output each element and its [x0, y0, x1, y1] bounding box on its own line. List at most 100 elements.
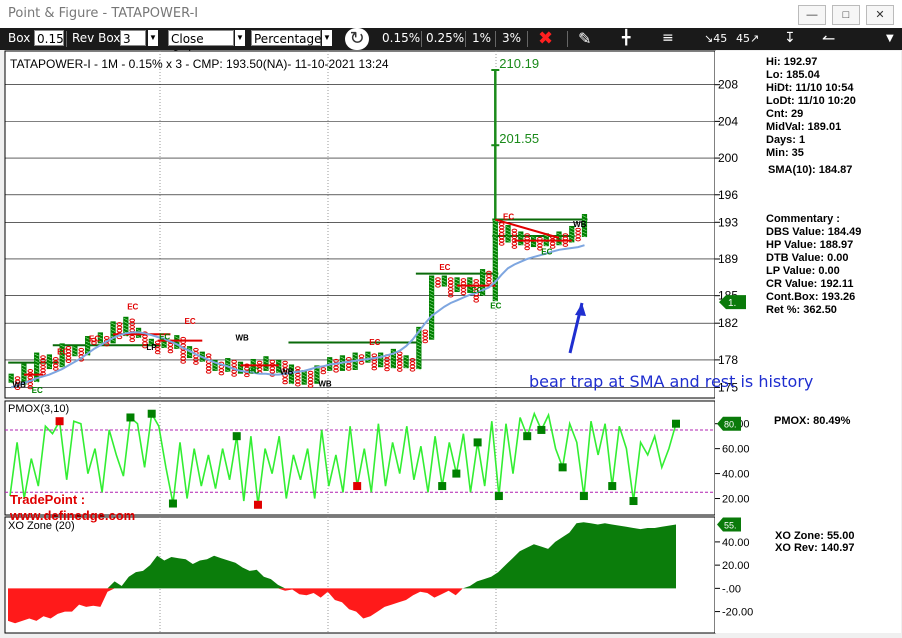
xo-tick-label: 20.00 [722, 560, 750, 572]
pattern-label: EC [471, 286, 482, 295]
lp-value: LP Value: 0.00 [766, 265, 840, 277]
pattern-label: EC [541, 247, 552, 256]
annotation-text: bear trap at SMA and rest is history [529, 372, 814, 391]
pmox-tick-label: 20.00 [722, 494, 750, 506]
xo-value-marker-label: 55. [724, 520, 737, 530]
angle-45-down-icon[interactable]: ↘45 [704, 30, 727, 47]
pmox-marker [55, 417, 64, 426]
window-title: Point & Figure - TATAPOWER-I [8, 6, 199, 21]
pattern-label: EC [185, 317, 196, 326]
toolbar: Box 0.15 Rev Box 3 ▼ Close Only ▼ Percen… [0, 28, 902, 62]
preset-3-button[interactable]: 3% [502, 30, 521, 47]
brand-name: TradePoint : [10, 492, 86, 507]
pmox-marker [629, 497, 638, 506]
toolbar-separator [495, 31, 496, 47]
pattern-label: EC [248, 367, 259, 376]
method-select[interactable]: Close Only [168, 30, 234, 62]
pattern-label: WB [280, 368, 294, 377]
dtb-value: DTB Value: 0.00 [766, 252, 849, 264]
hp-value: HP Value: 188.97 [766, 239, 854, 251]
step-icon[interactable]: ↼ [822, 30, 835, 47]
restore-icon[interactable]: □ [832, 5, 860, 25]
stat-lo: Lo: 185.04 [766, 69, 820, 81]
pmox-marker [608, 482, 617, 491]
chevron-down-icon[interactable]: ▼ [235, 30, 245, 46]
lines-icon[interactable]: ≡ [662, 30, 674, 47]
ret-value: Ret %: 362.50 [766, 304, 837, 316]
pattern-label: EC [369, 338, 380, 347]
close-x-icon[interactable]: ✖ [538, 30, 553, 48]
chevron-down-icon[interactable]: ▼ [322, 30, 332, 46]
pmox-marker [232, 432, 241, 441]
pmox-marker [253, 500, 262, 509]
pmox-tick-label: 40.00 [722, 469, 750, 481]
pmox-marker [168, 499, 177, 508]
chevron-down-icon[interactable]: ▼ [148, 30, 158, 46]
price-tick-label: 178 [718, 353, 738, 367]
candle-icon[interactable]: ╋ [622, 30, 630, 47]
angle-45-up-icon[interactable]: 45↗ [736, 30, 759, 47]
xo-tick-label: -.00 [722, 583, 741, 595]
box-size-input[interactable]: 0.15 [34, 30, 64, 46]
pmox-marker [537, 425, 546, 434]
pattern-label: EC [32, 386, 43, 395]
price-tick-label: 196 [718, 188, 738, 202]
price-tick-label: 200 [718, 151, 738, 165]
commentary-panel: Commentary : DBS Value: 184.49 HP Value:… [766, 213, 861, 317]
refresh-icon[interactable]: ↻ [345, 28, 369, 50]
pmox-marker [126, 413, 135, 422]
pmox-panel-label: PMOX(3,10) [8, 403, 70, 415]
pattern-label: EC [127, 302, 138, 311]
close-icon[interactable]: ✕ [866, 5, 894, 25]
cr-value: CR Value: 192.11 [766, 278, 854, 290]
price-tick-label: 182 [718, 316, 738, 330]
pattern-label: EC [439, 263, 450, 272]
stats-panel: Hi: 192.97 Lo: 185.04 HiDt: 11/10 10:54 … [766, 56, 856, 160]
box-label: Box [8, 31, 31, 45]
stat-cnt: Cnt: 29 [766, 108, 804, 120]
pmox-marker [579, 492, 588, 501]
draw-icon[interactable]: ✎ [578, 30, 591, 47]
pattern-label: WB [236, 334, 250, 343]
minimize-icon[interactable]: — [798, 5, 826, 25]
pattern-label: LP [146, 343, 157, 352]
rev-box-label: Rev Box [72, 31, 121, 45]
title-bar: Point & Figure - TATAPOWER-I — □ ✕ [0, 0, 902, 28]
scale-select[interactable]: Percentage [251, 30, 322, 46]
preset-1-button[interactable]: 1% [472, 30, 491, 47]
pmox-readout: PMOX: 80.49% [774, 415, 851, 427]
price-tick-label: 193 [718, 215, 738, 229]
xo-rev-readout: XO Rev: 140.97 [775, 542, 855, 554]
stat-sma: SMA(10): 184.87 [768, 164, 853, 176]
stat-hi: Hi: 192.97 [766, 56, 818, 68]
toolbar-separator [421, 31, 422, 47]
cont-box-value: Cont.Box: 193.26 [766, 291, 856, 303]
stat-midval: MidVal: 189.01 [766, 121, 842, 133]
toolbar-separator [567, 31, 568, 47]
pmox-marker [494, 492, 503, 501]
stat-hidt: HiDt: 11/10 10:54 [766, 82, 854, 94]
xo-tick-label: 40.00 [722, 537, 750, 549]
price-tick-label: 204 [718, 114, 738, 128]
target-label: 201.55 [499, 131, 539, 146]
chevron-down-icon[interactable]: ▼ [886, 30, 894, 47]
pin-icon[interactable]: ↧ [784, 30, 796, 47]
rev-box-input[interactable]: 3 [120, 30, 146, 46]
target-label: 210.19 [499, 56, 539, 71]
stat-lodt: LoDt: 11/10 10:20 [766, 95, 856, 107]
chart-header: TATAPOWER-I - 1M - 0.15% x 3 - CMP: 193.… [10, 57, 389, 71]
pattern-label: WB [318, 379, 332, 388]
preset-025-button[interactable]: 0.25% [426, 30, 464, 47]
pmox-marker [523, 432, 532, 441]
preset-015-button[interactable]: 0.15% [382, 30, 420, 47]
xo-tick-label: -20.00 [722, 607, 753, 619]
pattern-label: EC [503, 213, 514, 222]
toolbar-separator [66, 31, 67, 47]
stat-days: Days: 1 [766, 134, 806, 146]
pattern-label: EC [490, 302, 501, 311]
price-tick-label: 208 [718, 78, 738, 92]
pmox-marker [672, 419, 680, 428]
pmox-marker [452, 469, 461, 478]
pattern-label: EC [89, 335, 100, 344]
pmox-marker [353, 482, 362, 491]
